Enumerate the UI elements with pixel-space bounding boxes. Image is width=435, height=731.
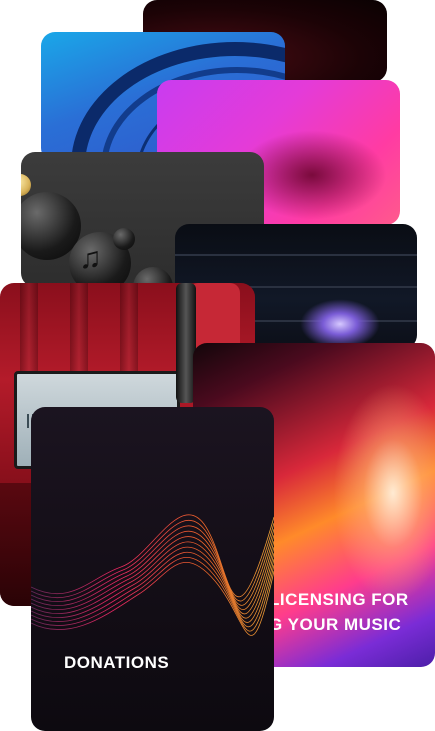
stage-rail (175, 254, 417, 256)
light-flare (333, 383, 435, 603)
licensing-card-title-line2: G YOUR MUSIC (269, 615, 402, 634)
licensing-card-title-line1: LICENSING FOR (269, 590, 409, 609)
gold-sphere (21, 174, 31, 196)
dark-sphere (113, 228, 135, 250)
sound-wave-graphic (31, 514, 274, 636)
donations-card-title: DONATIONS (64, 653, 170, 672)
stage-light (300, 299, 380, 349)
music-note-icon: ♫ (79, 242, 102, 275)
donations-card[interactable]: DONATIONS (31, 407, 274, 731)
